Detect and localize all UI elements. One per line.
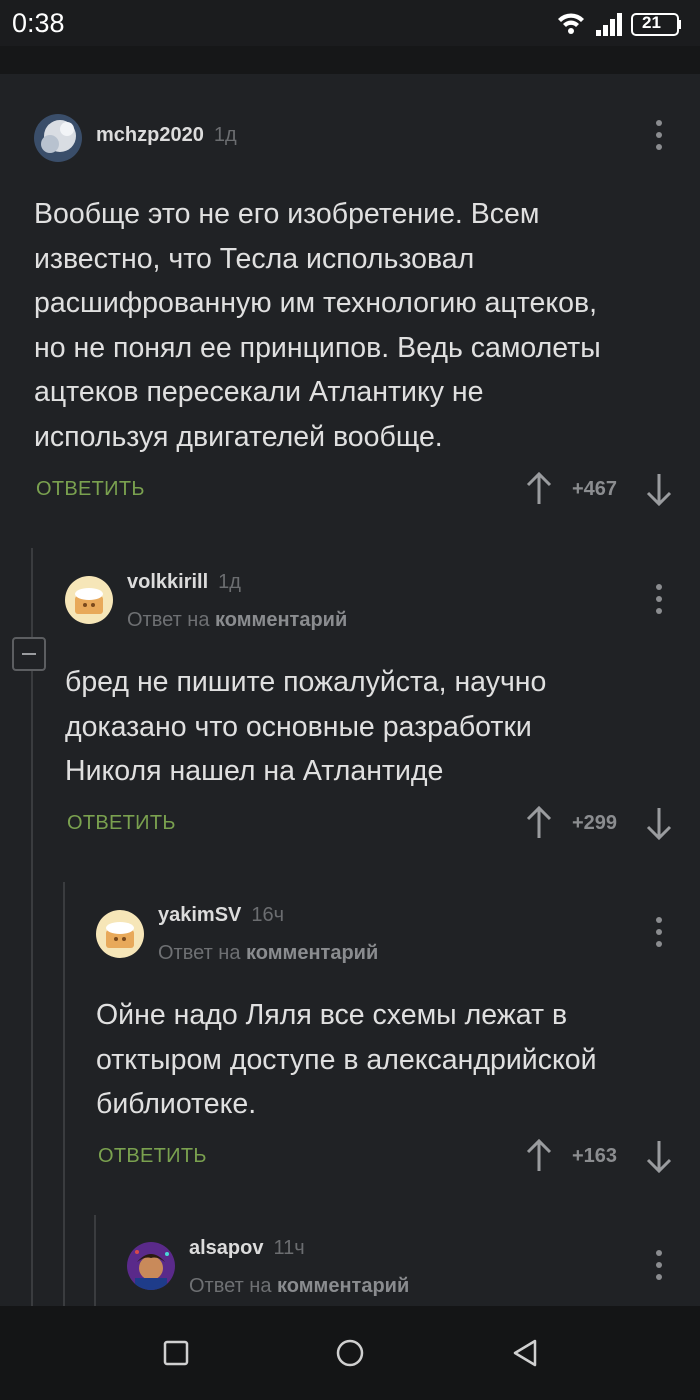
avatar[interactable] (96, 910, 144, 958)
comment-line: доказано что основные разработки (65, 710, 532, 743)
reply-to-reference[interactable]: Ответ на комментарий (189, 1275, 409, 1298)
header-band (0, 46, 700, 74)
comments-list: mchzp2020 1д Вообще это не его изобретени… (0, 74, 700, 1306)
upvote-arrow-icon[interactable] (526, 472, 552, 506)
back-icon[interactable] (510, 1338, 540, 1368)
home-icon[interactable] (335, 1338, 365, 1368)
comment-author[interactable]: mchzp2020 1д (96, 124, 237, 147)
signal-icon (596, 13, 622, 36)
comment-author[interactable]: yakimSV 16ч (158, 904, 284, 927)
comment-line: расшифрованную им технологию ацтеков, (34, 287, 598, 319)
battery-level: 21 (642, 13, 661, 32)
upvote-arrow-icon[interactable] (526, 806, 552, 840)
reply-to-prefix: Ответ на (158, 942, 241, 964)
reply-to-reference[interactable]: Ответ на комментарий (127, 609, 347, 632)
comment-line: известно, что Тесла использовал (34, 242, 475, 275)
reply-to-reference[interactable]: Ответ на комментарий (158, 942, 378, 965)
comment-body: Вообще это не его изобретение. Всем изве… (34, 192, 601, 459)
status-bar: 0:38 21 (0, 0, 700, 46)
avatar[interactable] (127, 1242, 175, 1290)
comment-line: отктыром доступе в александрийской (96, 1043, 597, 1076)
comment-line: Ойне надо Ляля все схемы лежат в (96, 999, 568, 1031)
reply-to-prefix: Ответ на (127, 609, 210, 631)
downvote-arrow-icon[interactable] (646, 1139, 672, 1173)
username[interactable]: yakimSV (158, 904, 241, 926)
comment-line: Николя нашел на Атлантиде (65, 755, 444, 787)
recent-apps-icon[interactable] (162, 1339, 190, 1367)
wifi-signal-battery-icons (558, 13, 681, 36)
avatar[interactable] (34, 114, 82, 162)
comment-line: используя двигателей вообще. (34, 420, 443, 453)
reply-button[interactable]: ОТВЕТИТЬ (98, 1145, 207, 1168)
comment-time: 1д (218, 571, 241, 593)
comment-body: бред не пишите пожалуйста, научно доказа… (65, 660, 546, 794)
comment-time: 1д (213, 124, 237, 146)
upvote-arrow-icon[interactable] (526, 1139, 552, 1173)
wifi-icon (558, 13, 584, 34)
comment-score: +163 (572, 1145, 618, 1167)
collapse-thread-button[interactable] (12, 637, 46, 671)
comment-body: Ойне надо Ляля все схемы лежат в отктыро… (96, 993, 597, 1127)
username[interactable]: volkkirill (127, 571, 208, 593)
more-options-icon[interactable] (654, 917, 664, 947)
comment-author[interactable]: volkkirill 1д (127, 571, 241, 594)
downvote-arrow-icon[interactable] (646, 472, 672, 506)
status-icons: 21 (556, 10, 686, 38)
reply-to-link[interactable]: комментарий (246, 942, 378, 964)
downvote-arrow-icon[interactable] (646, 806, 672, 840)
comment-line: библиотеке. (96, 1088, 257, 1120)
username[interactable]: alsapov (189, 1237, 263, 1259)
comment-time: 11ч (273, 1237, 305, 1259)
reply-to-prefix: Ответ на (189, 1275, 272, 1297)
comment-line: но не понял ее принципов. Ведь самолеты (34, 331, 601, 364)
reply-to-link[interactable]: комментарий (277, 1275, 409, 1297)
username[interactable]: mchzp2020 (96, 124, 204, 146)
comment-line: Вообще это не его изобретение. Всем (34, 198, 540, 230)
more-options-icon[interactable] (654, 584, 664, 614)
comment-score: +299 (572, 812, 618, 834)
comment-time: 16ч (251, 904, 285, 926)
system-nav-bar (0, 1306, 700, 1400)
reply-button[interactable]: ОТВЕТИТЬ (67, 812, 176, 835)
comment-score: +467 (572, 478, 618, 500)
avatar[interactable] (65, 576, 113, 624)
thread-line-level-3[interactable] (94, 1215, 96, 1306)
status-time: 0:38 (12, 8, 65, 38)
reply-to-link[interactable]: комментарий (215, 609, 347, 631)
comment-line: бред не пишите пожалуйста, научно (65, 666, 547, 698)
more-options-icon[interactable] (654, 120, 664, 150)
comment-line: ацтеков пересекали Атлантику не (34, 376, 484, 408)
reply-button[interactable]: ОТВЕТИТЬ (36, 478, 145, 501)
comment-author[interactable]: alsapov 11ч (189, 1237, 305, 1260)
thread-line-level-2[interactable] (63, 882, 65, 1306)
more-options-icon[interactable] (654, 1250, 664, 1280)
